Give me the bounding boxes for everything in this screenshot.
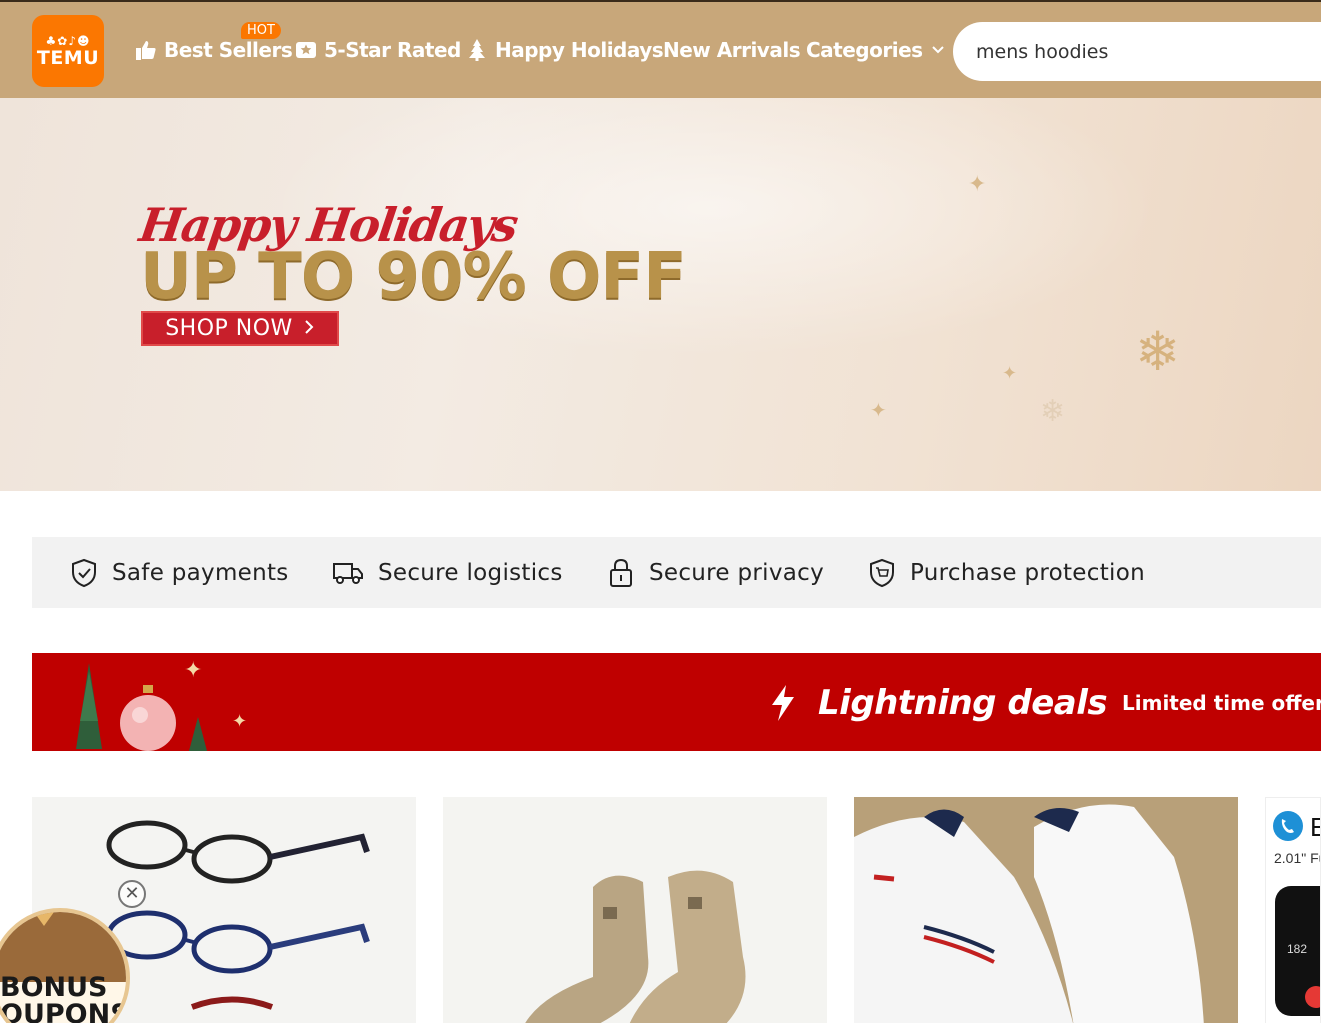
shop-now-button[interactable]: SHOP NOW: [141, 311, 339, 346]
hero-headline: UP TO 90% OFF: [140, 240, 687, 314]
trust-label: Purchase protection: [910, 559, 1145, 586]
watch-subtitle-partial: 2.01" Fu: [1274, 850, 1320, 866]
nav-categories[interactable]: Categories: [806, 38, 945, 62]
close-bonus-button[interactable]: ✕: [118, 880, 146, 908]
snowflake-icon: ❄: [1040, 395, 1066, 428]
lightning-deals-banner[interactable]: ✦ ✦ Lightning deals Limited time offer: [32, 653, 1321, 751]
limited-time-offer-link[interactable]: Limited time offer: [1122, 691, 1321, 715]
snowflake-icon: ❄: [1135, 322, 1181, 382]
product-card-boots[interactable]: [443, 797, 827, 1023]
chevron-right-icon: [303, 316, 315, 341]
watch-red-button: [1305, 986, 1320, 1008]
nav-label: New Arrivals: [663, 38, 801, 62]
nav-five-star-rated[interactable]: 5-Star Rated: [295, 38, 461, 62]
sparkle-icon: ✦: [184, 657, 203, 682]
trust-bar: Safe payments Secure logistics Secure pr…: [32, 537, 1321, 608]
holiday-hero-banner[interactable]: ✦ ✦ ✦ ❄ ❄ Happy Holidays UP TO 90% OFF S…: [0, 98, 1321, 491]
shield-cart-icon: [870, 558, 894, 587]
product-card-sneakers[interactable]: [854, 797, 1238, 1023]
shop-now-label: SHOP NOW: [165, 316, 293, 341]
product-card-smartwatch[interactable]: E 2.01" Fu 182: [1265, 797, 1321, 1023]
trust-label: Safe payments: [112, 559, 289, 586]
bonus-text: BONUS OUPONS: [0, 972, 130, 1023]
truck-icon: [333, 562, 363, 584]
lightning-deals-title: Lightning deals: [818, 683, 1108, 723]
lightning-bolt-icon: [772, 685, 794, 721]
sparkle-icon: ✦: [968, 171, 987, 196]
tactical-boots-image: [525, 870, 746, 1023]
christmas-tree-icon: [466, 38, 488, 62]
christmas-tree-decoration: [76, 663, 102, 749]
page: ♣✿♪☻ TEMU Best Sellers HOT 5-Star Rated …: [0, 0, 1321, 1023]
nav-label: Happy Holidays: [495, 38, 664, 62]
search-input[interactable]: [976, 40, 1321, 63]
watch-title-partial: E: [1310, 812, 1320, 843]
chevron-down-icon: [931, 45, 945, 55]
white-sneakers-image: [854, 797, 1238, 1023]
bonus-ribbon-icon: [34, 912, 54, 926]
close-icon: ✕: [124, 883, 140, 904]
top-header: ♣✿♪☻ TEMU Best Sellers HOT 5-Star Rated …: [0, 0, 1321, 98]
nav-new-arrivals[interactable]: New Arrivals: [663, 38, 801, 62]
trust-secure-logistics[interactable]: Secure logistics: [332, 537, 563, 608]
bonus-coupons-widget[interactable]: BONUS OUPONS: [0, 908, 130, 1023]
smartwatch-image: 182: [1275, 886, 1320, 1016]
christmas-tree-decoration: [189, 717, 207, 751]
sparkle-icon: ✦: [870, 400, 887, 422]
phone-call-icon: [1273, 811, 1303, 841]
lock-icon: [610, 558, 632, 587]
nav-label: Best Sellers: [164, 38, 293, 62]
bonus-line-1: BONUS: [0, 972, 108, 1003]
logo-text: TEMU: [36, 47, 100, 69]
trust-safe-payments[interactable]: Safe payments: [70, 537, 289, 608]
temu-logo[interactable]: ♣✿♪☻ TEMU: [32, 15, 104, 87]
logo-glyphs: ♣✿♪☻: [45, 34, 91, 48]
search-bar: [953, 22, 1321, 81]
hot-badge: HOT: [241, 22, 281, 39]
sparkle-icon: ✦: [232, 711, 248, 731]
shield-check-icon: [72, 558, 96, 587]
trust-label: Secure privacy: [649, 559, 824, 586]
thumbs-up-icon: [135, 39, 157, 61]
watch-reading: 182: [1287, 942, 1308, 956]
sparkle-icon: ✦: [1002, 363, 1018, 383]
ornament-decoration: [120, 685, 176, 751]
nav-label: 5-Star Rated: [324, 38, 461, 62]
trust-label: Secure logistics: [378, 559, 563, 586]
star-badge-icon: [295, 39, 317, 61]
bonus-line-2: OUPONS: [0, 999, 130, 1023]
trust-secure-privacy[interactable]: Secure privacy: [607, 537, 824, 608]
nav-label: Categories: [806, 38, 923, 62]
nav-best-sellers[interactable]: Best Sellers: [135, 38, 293, 62]
trust-purchase-protection[interactable]: Purchase protection: [868, 537, 1145, 608]
limited-time-offer-label: Limited time offer: [1122, 691, 1321, 715]
nav-happy-holidays[interactable]: Happy Holidays: [466, 38, 664, 62]
